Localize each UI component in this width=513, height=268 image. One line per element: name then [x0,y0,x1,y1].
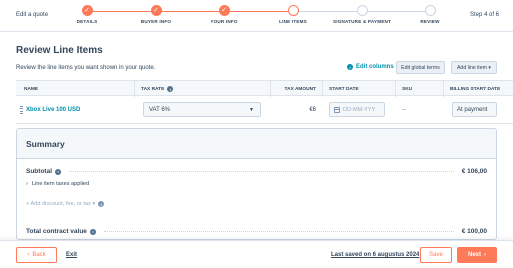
column-header-start-date[interactable]: START DATE [322,81,395,97]
total-label-wrap: Total contract value i [26,228,96,235]
tax-rate-value: VAT 6% [149,106,171,113]
step-label: REVIEW [420,19,440,24]
step-line-items[interactable]: LINE ITEMS [258,5,328,24]
step-details[interactable]: ✓ DETAILS [52,5,122,24]
tax-rate-select[interactable]: VAT 6% ▼ [143,102,261,117]
step-buyer-info[interactable]: ✓ BUYER INFO [121,5,191,24]
pending-step-dot [424,5,436,16]
chevron-right-icon: › [484,252,486,258]
chevron-left-icon: ‹ [27,252,30,258]
table-row: Xbox Live 100 USD €6 -- [16,96,513,124]
edit-columns-label: Edit columns [356,64,394,70]
column-header-sku[interactable]: SKU [395,81,443,97]
current-step-dot [287,5,299,16]
last-saved-link[interactable]: Last saved on 6 augustus 2024 [331,252,419,258]
page-subtitle: Review the line items you want shown in … [16,65,156,71]
start-date-placeholder: DD-MM-YYY [343,106,376,113]
edit-quote-label: Edit a quote [16,12,49,18]
step-label: LINE ITEMS [279,19,307,24]
add-discount-button[interactable]: + Add discount, fee, or tax ▾ i [26,201,105,207]
add-line-item-button[interactable]: Add line item ▾ [451,61,497,74]
column-header-tax-amount[interactable]: TAX AMOUNT [270,81,322,97]
info-icon: i [347,64,353,70]
step-label: SIGNATURE & PAYMENT [332,19,392,24]
taxes-applied-label: Line item taxes applied [31,181,90,187]
footer-bar: ‹ Back Exit Last saved on 6 augustus 202… [0,240,513,268]
sku-cell: -- [402,107,406,113]
total-label: Total contract value [26,228,87,235]
info-icon: i [167,86,174,92]
column-header-tax-rate[interactable]: TAX RATE i [134,81,270,97]
exit-link[interactable]: Exit [66,252,77,258]
summary-card: Summary Subtotal i € 106,00 › Line item … [16,128,497,240]
save-button[interactable]: Save [420,247,452,263]
back-button[interactable]: ‹ Back [16,247,57,263]
subtotal-label-wrap: Subtotal i [26,168,61,175]
check-icon: ✓ [218,5,230,16]
edit-columns-link[interactable]: i Edit columns [347,64,394,70]
subtotal-value: € 106,00 [461,168,487,175]
info-icon: i [55,168,61,175]
column-header-billing-start-date[interactable]: BILLING START DATE [443,81,513,97]
subtotal-label: Subtotal [26,168,52,175]
total-value: € 100,00 [461,228,487,235]
check-icon: ✓ [150,5,162,16]
back-label: Back [32,252,46,258]
page-title: Review Line Items [16,45,103,56]
column-header-label: TAX RATE [141,86,165,92]
pending-step-dot [356,5,368,16]
step-label: YOUR INFO [210,19,238,24]
chevron-down-icon: ▼ [249,107,254,113]
line-items-table: NAME TAX RATE i TAX AMOUNT START DATE SK… [16,80,513,124]
line-item-name-cell: Xbox Live 100 USD [26,96,80,124]
edit-global-terms-button[interactable]: Edit global terms [396,61,445,74]
dotted-divider [103,231,454,232]
line-item-name-link[interactable]: Xbox Live 100 USD [26,107,80,113]
next-label: Next [467,252,481,258]
dotted-divider [69,171,454,172]
start-date-input[interactable]: DD-MM-YYY [329,102,385,117]
stepper: ✓ DETAILS ✓ BUYER INFO ✓ YOUR INFO LINE … [70,5,455,29]
taxes-applied-toggle[interactable]: › Line item taxes applied [26,181,89,187]
chevron-right-icon: › [26,181,28,187]
info-icon: i [89,228,96,235]
table-header: NAME TAX RATE i TAX AMOUNT START DATE SK… [16,80,513,97]
step-signature-payment[interactable]: SIGNATURE & PAYMENT [327,5,397,24]
step-your-info[interactable]: ✓ YOUR INFO [189,5,259,24]
next-button[interactable]: Next › [457,247,497,263]
info-icon: i [98,201,105,207]
step-label: BUYER INFO [140,19,172,24]
drag-handle-icon[interactable] [20,106,23,114]
step-counter: Step 4 of 6 [469,12,499,18]
add-discount-label: + Add discount, fee, or tax ▾ [26,201,96,207]
total-row: Total contract value i € 100,00 [26,228,487,235]
quote-stepper-bar: Edit a quote ✓ DETAILS ✓ BUYER INFO ✓ YO… [0,0,513,32]
subtotal-row: Subtotal i € 106,00 [26,168,487,175]
billing-start-date-select[interactable]: At payment [452,102,497,117]
check-icon: ✓ [81,5,93,16]
column-header-name[interactable]: NAME [16,81,134,97]
tax-amount-cell: €6 [309,107,316,113]
step-label: DETAILS [76,19,98,24]
calendar-icon [334,106,340,113]
step-review[interactable]: REVIEW [395,5,465,24]
summary-title: Summary [17,129,496,159]
